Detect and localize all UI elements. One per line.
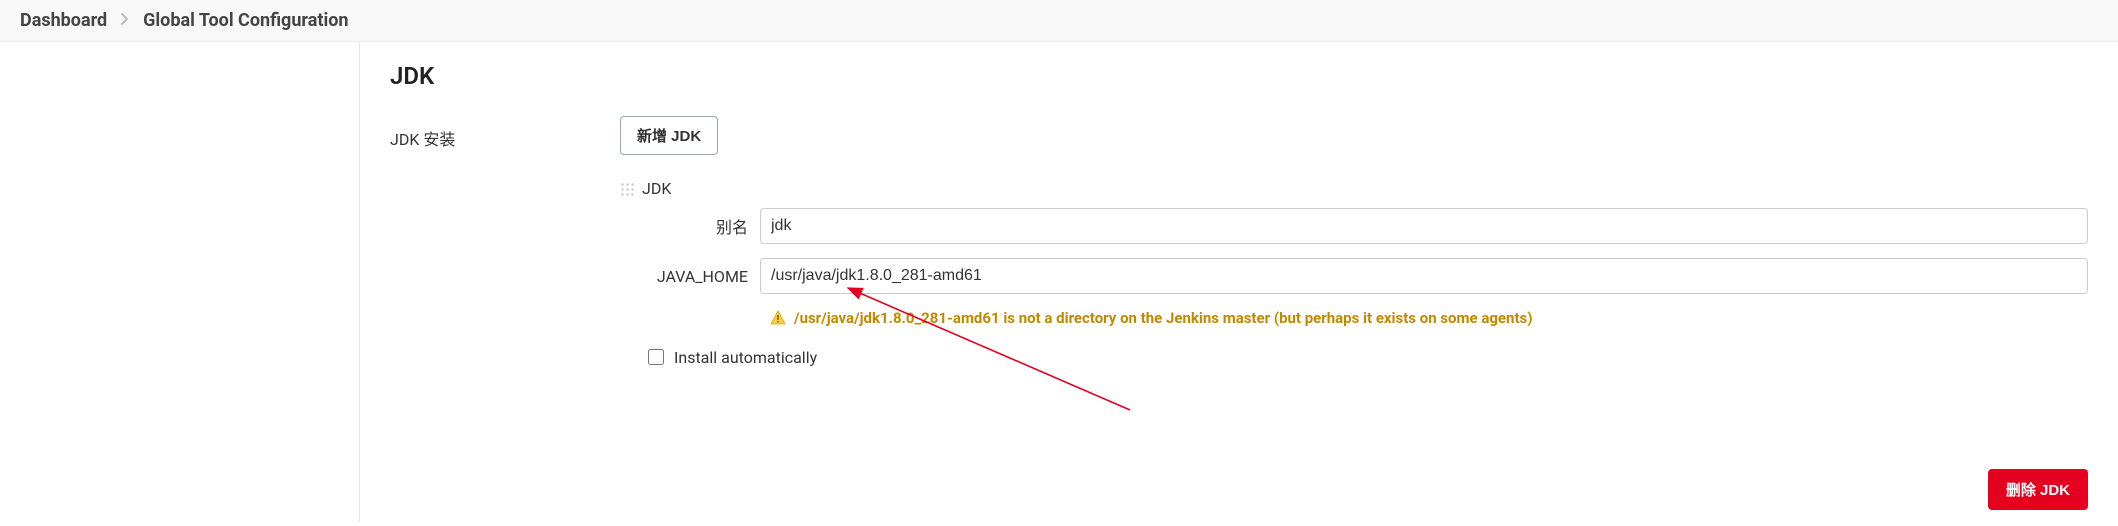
drag-handle-icon[interactable] — [620, 182, 634, 196]
left-sidebar — [0, 42, 360, 522]
install-automatically-row[interactable]: Install automatically — [648, 348, 2088, 367]
installer-title: JDK — [642, 179, 671, 198]
install-automatically-label: Install automatically — [674, 348, 817, 367]
chevron-right-icon — [121, 13, 129, 29]
breadcrumb: Dashboard Global Tool Configuration — [0, 0, 2118, 42]
section-title-jdk: JDK — [390, 62, 2088, 90]
java-home-label: JAVA_HOME — [640, 267, 748, 286]
alias-input[interactable] — [760, 208, 2088, 244]
warning-text: /usr/java/jdk1.8.0_281-amd61 is not a di… — [794, 308, 1533, 330]
breadcrumb-global-tool-configuration[interactable]: Global Tool Configuration — [143, 10, 348, 31]
add-jdk-button[interactable]: 新增 JDK — [620, 116, 718, 155]
install-automatically-checkbox[interactable] — [648, 349, 664, 365]
breadcrumb-dashboard[interactable]: Dashboard — [20, 10, 107, 31]
validation-warning: /usr/java/jdk1.8.0_281-amd61 is not a di… — [770, 308, 2088, 330]
main-content: JDK JDK 安装 新增 JDK JDK 别名 JAVA_HOME — [360, 42, 2118, 522]
alias-label: 别名 — [640, 214, 748, 238]
jdk-install-label: JDK 安装 — [390, 116, 580, 150]
java-home-input[interactable] — [760, 258, 2088, 294]
delete-jdk-button[interactable]: 删除 JDK — [1988, 469, 2088, 510]
warning-triangle-icon — [770, 310, 786, 326]
jdk-installer-box: JDK 别名 JAVA_HOME — [620, 179, 2088, 367]
